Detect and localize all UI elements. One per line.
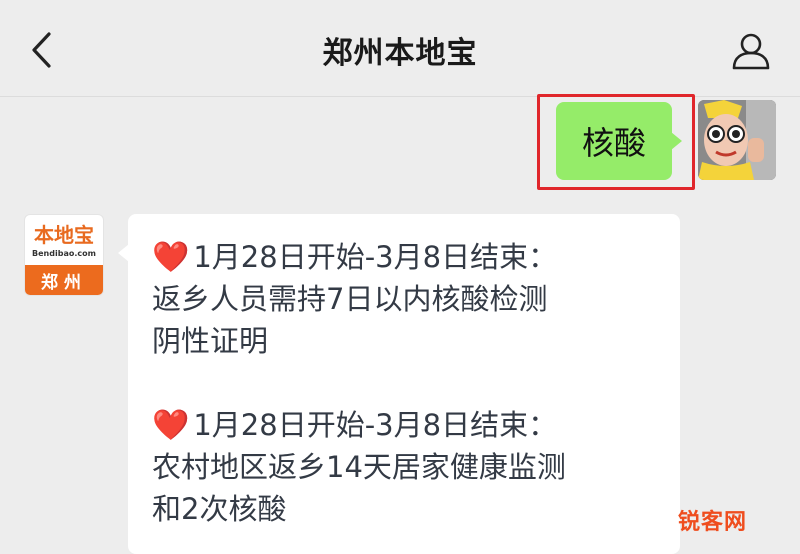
message-line-text: 1月28日开始-3月8日结束：: [193, 240, 558, 274]
person-icon: [732, 33, 770, 70]
watermark: 锐客网: [678, 510, 748, 535]
official-account-avatar[interactable]: 本地宝 Bendibao.com 郑州: [24, 214, 104, 296]
message-line: 阴性证明: [152, 324, 269, 358]
page-title: 郑州本地宝: [322, 36, 478, 71]
user-avatar[interactable]: [698, 100, 776, 180]
message-line: ❤️ 1月28日开始-3月8日结束：: [152, 404, 557, 447]
message-line: ❤️ 1月28日开始-3月8日结束：: [152, 236, 557, 279]
profile-button[interactable]: [730, 30, 772, 72]
heart-icon: ❤️: [152, 240, 190, 275]
message-line: 返乡人员需持7日以内核酸检测: [152, 282, 548, 316]
message-line-text: 1月28日开始-3月8日结束：: [193, 408, 558, 442]
incoming-message-bubble[interactable]: ❤️ 1月28日开始-3月8日结束： 返乡人员需持7日以内核酸检测 阴性证明 ❤️…: [118, 214, 680, 554]
message-line: 农村地区返乡14天居家健康监测: [152, 450, 566, 484]
outgoing-message-text: 核酸: [581, 124, 646, 162]
top-nav-bar: 郑州本地宝: [0, 0, 800, 97]
logo-url: Bendibao.com: [32, 249, 96, 258]
logo-city: 郑州: [25, 265, 103, 295]
heart-icon: ❤️: [152, 408, 190, 443]
message-line: 和2次核酸: [152, 492, 287, 526]
user-avatar-image: [698, 100, 776, 180]
outgoing-message-bubble[interactable]: 核酸: [556, 102, 682, 180]
logo-text: 本地宝: [34, 223, 94, 247]
